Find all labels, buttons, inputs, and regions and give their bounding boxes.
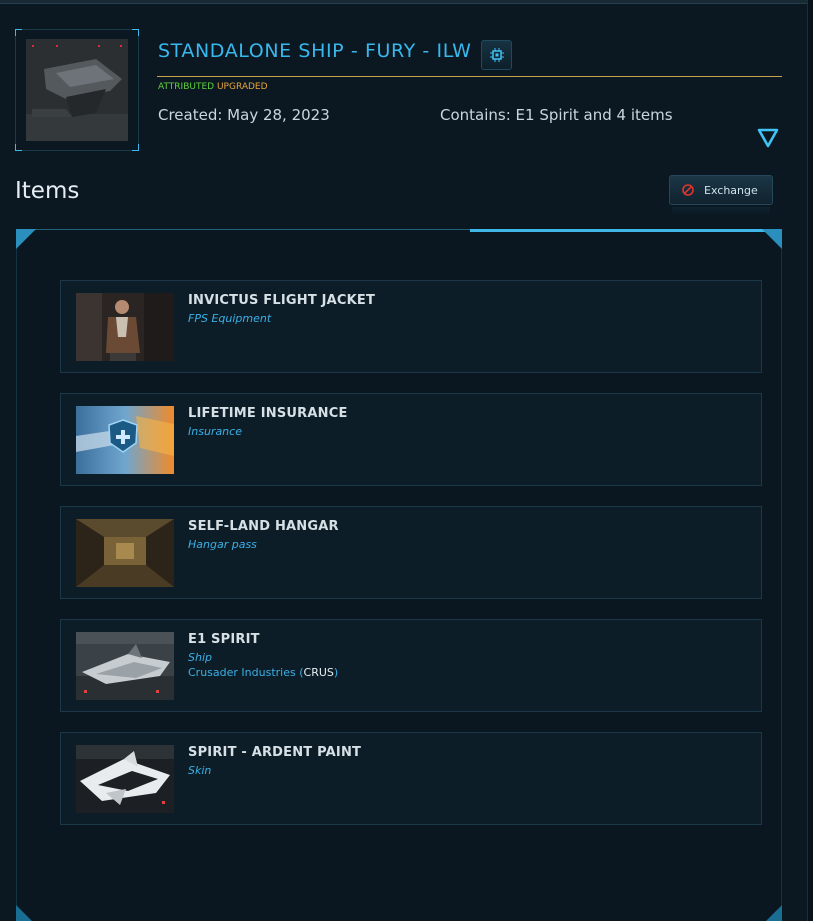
frame-corner [15,144,22,151]
item-manufacturer: Crusader Industries (CRUS) [188,666,339,679]
item-image [76,406,174,474]
list-item[interactable]: LIFETIME INSURANCE Insurance [60,393,762,486]
item-image [76,519,174,587]
item-type: Skin [188,764,212,777]
list-item[interactable]: E1 SPIRIT Ship Crusader Industries (CRUS… [60,619,762,712]
chip-button[interactable] [481,40,512,70]
triangle-down-icon[interactable] [757,128,779,148]
ship-image [26,39,128,141]
panel-top-accent [470,229,782,232]
frame-corner [15,29,22,36]
contains-summary: Contains: E1 Spirit and 4 items [440,106,673,124]
list-item[interactable]: SELF-LAND HANGAR Hangar pass [60,506,762,599]
item-name: INVICTUS FLIGHT JACKET [188,293,376,308]
title-divider [157,76,782,77]
top-border [0,0,813,4]
list-item[interactable]: INVICTUS FLIGHT JACKET FPS Equipment [60,280,762,373]
manufacturer-code: CRUS [303,666,334,679]
item-type: Hangar pass [188,538,257,551]
chip-icon [489,48,504,62]
item-type: Ship [188,651,212,664]
pledge-thumbnail[interactable] [15,29,139,151]
item-name: LIFETIME INSURANCE [188,406,348,421]
item-name: E1 SPIRIT [188,632,260,647]
item-name: SELF-LAND HANGAR [188,519,339,534]
item-image [76,745,174,813]
item-name: SPIRIT - ARDENT PAINT [188,745,362,760]
frame-corner [132,29,139,36]
status-tags: ATTRIBUTED UPGRADED [158,82,268,92]
upgraded-tag: UPGRADED [216,82,268,92]
items-heading: Items [15,178,80,204]
page-scrollbar[interactable] [807,0,813,921]
button-reflection [672,207,770,215]
frame-corner [132,144,139,151]
item-image [76,632,174,700]
exchange-button[interactable]: Exchange [669,175,773,205]
exchange-label: Exchange [704,183,758,197]
attributed-tag: ATTRIBUTED [158,82,215,92]
created-date: Created: May 28, 2023 [158,106,330,124]
manufacturer-name: Crusader Industries [188,666,296,679]
panel-corner [762,229,782,249]
panel-corner [766,905,782,921]
item-image [76,293,174,361]
panel-corner [16,229,36,249]
no-entry-icon [682,184,694,196]
list-item[interactable]: SPIRIT - ARDENT PAINT Skin [60,732,762,825]
pledge-title: STANDALONE SHIP - FURY - ILW [158,40,472,62]
item-type: Insurance [188,425,242,438]
item-type: FPS Equipment [188,312,272,325]
panel-corner [16,905,32,921]
